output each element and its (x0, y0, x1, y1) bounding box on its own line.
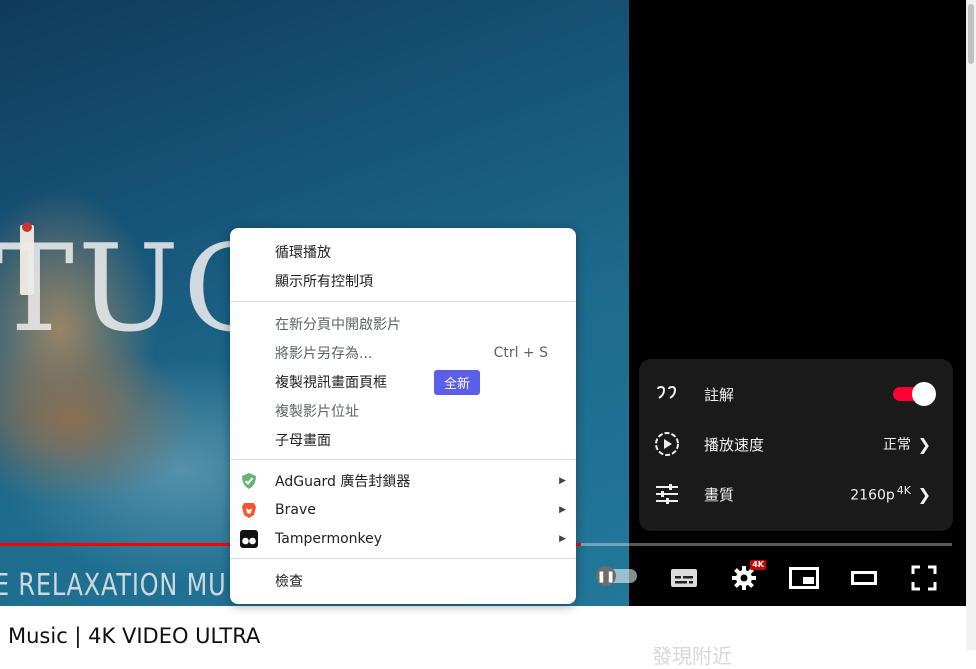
menu-separator (230, 558, 576, 559)
save-as-shortcut: Ctrl + S (493, 345, 548, 361)
menu-item-show-controls[interactable]: 顯示所有控制項 (230, 267, 576, 295)
miniplayer-button[interactable] (786, 560, 822, 596)
menu-separator (230, 459, 576, 460)
settings-button[interactable]: 4K (726, 560, 766, 596)
menu-item-save-as[interactable]: 將影片另存為... Ctrl + S (230, 339, 576, 367)
menu-item-copy-address[interactable]: 複製影片位址 (230, 397, 576, 425)
player-controls: 4K (666, 560, 942, 596)
scrollbar-thumb[interactable] (968, 4, 974, 64)
submenu-arrow-icon: ▶ (559, 476, 566, 486)
tampermonkey-icon (240, 530, 258, 548)
playback-speed-icon (653, 430, 681, 458)
annotations-label: 註解 (704, 385, 735, 404)
faded-heading: 發現附近 (652, 644, 732, 668)
menu-item-tampermonkey[interactable]: Tampermonkey ▶ (230, 525, 576, 553)
chevron-right-icon: ❯ (917, 484, 931, 504)
menu-separator (230, 301, 576, 302)
quality-sliders-icon (653, 480, 681, 508)
page-scrollbar[interactable] (966, 0, 976, 650)
submenu-arrow-icon: ▶ (559, 534, 566, 544)
menu-item-adguard[interactable]: AdGuard 廣告封鎖器 ▶ (230, 467, 576, 495)
menu-item-inspect[interactable]: 檢查 (230, 567, 576, 595)
quality-label: 畫質 (704, 485, 735, 504)
autoplay-pause-icon: ❚❚ (596, 566, 616, 586)
subtitles-icon (671, 569, 697, 587)
settings-row-playback-speed[interactable]: 播放速度 正常 ❯ (639, 419, 953, 469)
fullscreen-button[interactable] (906, 560, 942, 596)
toggle-knob (912, 382, 936, 406)
quality-value: 2160p 4K (850, 484, 911, 504)
fullscreen-icon (911, 565, 937, 591)
playback-speed-value: 正常 (883, 437, 911, 453)
playback-speed-label: 播放速度 (704, 435, 765, 454)
quality-resolution: 2160p (850, 487, 895, 504)
chevron-right-icon: ❯ (917, 434, 931, 454)
settings-row-quality[interactable]: 畫質 2160p 4K ❯ (639, 469, 953, 519)
menu-item-copy-frame[interactable]: 複製視訊畫面頁框 全新 (230, 368, 576, 396)
video-title[interactable]: Music | 4K VIDEO ULTRA (8, 624, 260, 648)
autoplay-toggle[interactable]: ❚❚ (596, 566, 637, 586)
new-badge: 全新 (434, 369, 481, 395)
menu-item-brave[interactable]: Brave ▶ (230, 496, 576, 524)
video-overlay-subtitle: E RELAXATION MU (0, 568, 227, 603)
quality-badge: 4K (750, 560, 766, 570)
menu-item-picture-in-picture[interactable]: 子母畫面 (230, 426, 576, 454)
annotations-icon (653, 380, 681, 408)
menu-item-open-new-tab[interactable]: 在新分頁中開啟影片 (230, 310, 576, 338)
menu-item-loop[interactable]: 循環播放 (230, 238, 576, 266)
context-menu: 循環播放 顯示所有控制項 在新分頁中開啟影片 將影片另存為... Ctrl + … (230, 228, 576, 604)
subtitles-button[interactable] (666, 560, 702, 596)
settings-panel: 註解 播放速度 正常 ❯ 畫質 2160p 4K ❯ (639, 359, 953, 531)
adguard-shield-icon (240, 472, 258, 490)
theater-mode-icon (851, 571, 877, 585)
brave-lion-icon (240, 501, 258, 519)
submenu-arrow-icon: ▶ (559, 505, 566, 515)
settings-row-annotations[interactable]: 註解 (639, 369, 953, 419)
quality-sup: 4K (896, 484, 911, 498)
theater-mode-button[interactable] (846, 560, 882, 596)
miniplayer-icon (789, 567, 819, 589)
annotations-toggle[interactable] (893, 382, 936, 406)
